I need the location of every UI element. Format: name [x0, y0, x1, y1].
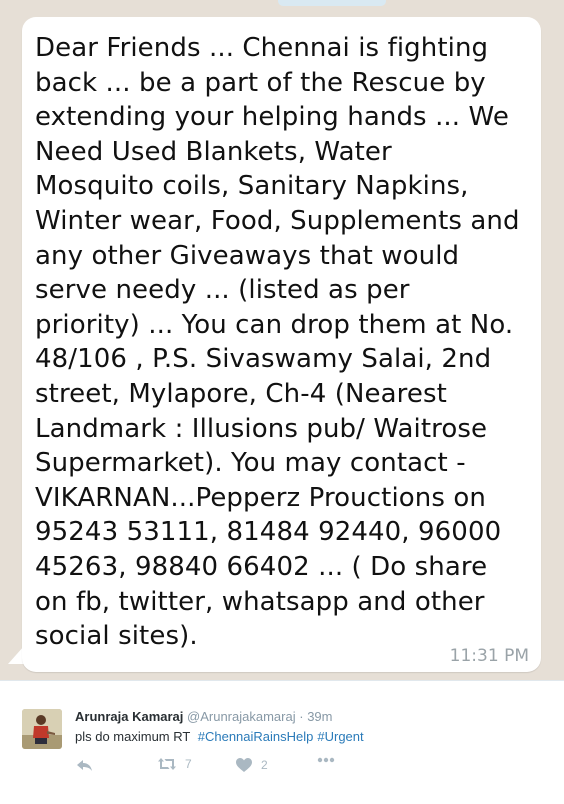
more-icon	[317, 757, 335, 763]
tweet-actions: 7 2	[75, 757, 375, 777]
message-line: Need Used Blankets, Water	[35, 136, 392, 167]
avatar-image	[22, 709, 62, 749]
author-name[interactable]: Arunraja Kamaraj	[75, 709, 183, 724]
message-timestamp: 11:31 PM	[449, 646, 529, 666]
message-line: any other Giveaways that would	[35, 240, 460, 271]
tweet[interactable]: Arunraja Kamaraj @Arunrajakamaraj · 39m …	[0, 680, 564, 804]
message-line: 95243 53111, 81484 92440, 96000	[35, 517, 502, 548]
tweet-text: pls do maximum RT #ChennaiRainsHelp #Urge…	[75, 729, 364, 744]
like-button[interactable]: 2	[235, 757, 268, 773]
like-count: 2	[261, 758, 268, 772]
message-line: extending your helping hands ... We	[35, 102, 509, 133]
message-line: VIKARNAN...Pepperz Prouctions on	[35, 482, 486, 513]
message-line: Landmark : Illusions pub/ Waitrose	[35, 413, 488, 444]
message-text: Dear Friends ... Chennai is fighting bac…	[35, 31, 535, 654]
message-line: street, Mylapore, Ch-4 (Nearest	[35, 378, 447, 409]
reply-button[interactable]	[76, 757, 94, 773]
separator-dot: ·	[299, 709, 304, 724]
previous-bubble-edge	[278, 0, 386, 6]
message-line: Winter wear, Food, Supplements and	[35, 205, 520, 236]
heart-icon	[236, 758, 252, 772]
retweet-icon	[158, 758, 176, 770]
author-handle[interactable]: @Arunrajakamaraj	[187, 709, 296, 724]
message-line: priority) ... You can drop them at No.	[35, 309, 514, 340]
hashtag-link[interactable]: #ChennaiRainsHelp	[198, 729, 314, 744]
message-line: Supermarket). You may contact -	[35, 448, 466, 479]
tweet-time[interactable]: 39m	[307, 709, 332, 724]
message-line: serve needy ... (listed as per	[35, 275, 410, 306]
tweet-header: Arunraja Kamaraj @Arunrajakamaraj · 39m	[75, 709, 332, 724]
message-line: 45263, 98840 66402 ... ( Do share	[35, 551, 488, 582]
message-line: Mosquito coils, Sanitary Napkins,	[35, 171, 469, 202]
message-line: 48/106 , P.S. Sivaswamy Salai, 2nd	[35, 344, 492, 375]
chat-screenshot: Dear Friends ... Chennai is fighting bac…	[0, 0, 564, 680]
retweet-count: 7	[185, 757, 192, 771]
avatar[interactable]	[22, 709, 62, 749]
message-line: back ... be a part of the Rescue by	[35, 67, 486, 98]
message-line: Dear Friends ... Chennai is fighting	[35, 33, 489, 63]
message-bubble: Dear Friends ... Chennai is fighting bac…	[22, 17, 541, 672]
message-line: on fb, twitter, whatsapp and other	[35, 586, 485, 617]
hashtag-link[interactable]: #Urgent	[317, 729, 363, 744]
message-line: social sites).	[35, 621, 198, 652]
tweet-text-plain: pls do maximum RT	[75, 729, 191, 744]
retweet-button[interactable]: 7	[157, 757, 192, 771]
reply-icon	[77, 760, 92, 771]
more-button[interactable]	[317, 757, 335, 763]
